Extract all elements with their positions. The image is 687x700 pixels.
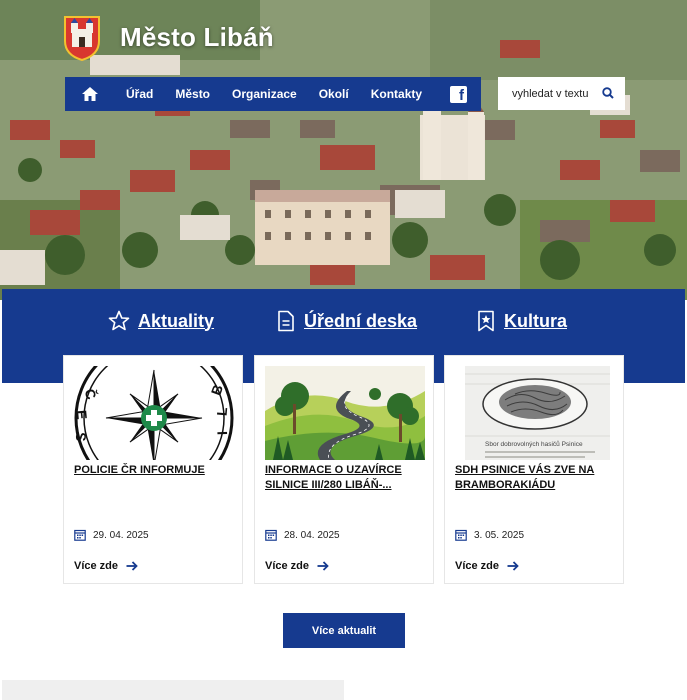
news-card-date: 29. 04. 2025 <box>74 529 149 541</box>
home-button[interactable] <box>65 77 115 111</box>
news-card[interactable]: Č E S B L I POLICIE ČR INFORMUJE 29. 04.… <box>63 355 243 584</box>
police-emblem-image: Č E S B L I <box>74 366 234 460</box>
read-more-link[interactable]: Více zde <box>265 560 329 572</box>
calendar-icon <box>455 529 467 541</box>
hero-aerial-photo <box>0 0 687 300</box>
home-icon <box>82 87 98 101</box>
news-card-image <box>265 366 425 460</box>
news-card[interactable]: Sbor dobrovolných hasičů Psinice SDH PSI… <box>444 355 624 584</box>
nav-item-organizace[interactable]: Organizace <box>221 87 308 101</box>
facebook-icon[interactable]: f <box>450 85 467 104</box>
main-navigation: Úřad Město Organizace Okolí Kontakty f <box>65 77 481 111</box>
tab-aktuality-label: Aktuality <box>138 310 215 331</box>
search-icon[interactable] <box>602 87 614 99</box>
nav-item-kontakty[interactable]: Kontakty <box>360 87 433 101</box>
tab-uredni-deska-label: Úřední deska <box>304 310 418 331</box>
tab-uredni-deska[interactable]: Úřední deska <box>276 310 417 332</box>
tab-kultura[interactable]: Kultura <box>476 310 567 332</box>
arrow-right-icon <box>126 561 138 571</box>
news-card-image: Č E S B L I <box>74 366 234 460</box>
news-card-image: Sbor dobrovolných hasičů Psinice <box>455 366 615 460</box>
tab-kultura-label: Kultura <box>504 310 567 331</box>
read-more-link[interactable]: Více zde <box>455 560 519 572</box>
arrow-right-icon <box>317 561 329 571</box>
tab-aktuality[interactable]: Aktuality <box>108 310 214 332</box>
search-box <box>498 77 625 110</box>
town-crest-logo[interactable] <box>63 15 101 61</box>
hero-town-illustration <box>0 0 687 300</box>
calendar-icon <box>265 529 277 541</box>
poster-caption: Sbor dobrovolných hasičů Psinice <box>485 440 583 448</box>
news-card-title[interactable]: SDH PSINICE VÁS ZVE NA BRAMBORAKIÁDU <box>455 463 615 493</box>
road-illustration-image <box>265 366 425 460</box>
news-card[interactable]: INFORMACE O UZAVÍRCE SILNICE III/280 LIB… <box>254 355 434 584</box>
nav-item-okoli[interactable]: Okolí <box>308 87 360 101</box>
search-input[interactable] <box>512 87 597 100</box>
calendar-icon <box>74 529 86 541</box>
arrow-right-icon <box>507 561 519 571</box>
site-title[interactable]: Město Libáň <box>120 22 274 53</box>
read-more-link[interactable]: Více zde <box>74 560 138 572</box>
nav-item-urad[interactable]: Úřad <box>115 87 164 101</box>
more-news-button[interactable]: Více aktualit <box>283 613 405 648</box>
bramborakiada-poster-image: Sbor dobrovolných hasičů Psinice <box>455 366 615 460</box>
svg-text:I: I <box>214 431 230 435</box>
news-card-date: 3. 05. 2025 <box>455 529 524 541</box>
bookmark-icon <box>478 310 494 332</box>
document-icon <box>278 310 294 332</box>
svg-text:E: E <box>74 409 90 420</box>
news-card-date: 28. 04. 2025 <box>265 529 340 541</box>
star-icon <box>108 310 130 331</box>
news-card-title[interactable]: POLICIE ČR INFORMUJE <box>74 463 234 478</box>
news-card-title[interactable]: INFORMACE O UZAVÍRCE SILNICE III/280 LIB… <box>265 463 425 493</box>
footer-section-strip <box>2 680 344 700</box>
nav-item-mesto[interactable]: Město <box>164 87 221 101</box>
svg-text:S: S <box>74 431 89 442</box>
